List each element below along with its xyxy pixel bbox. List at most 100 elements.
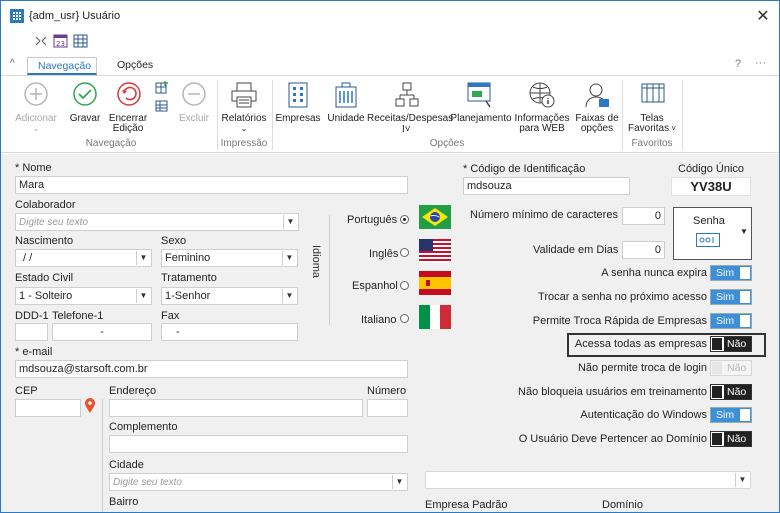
tab-navegacao[interactable]: Navegação bbox=[27, 57, 97, 75]
colaborador-select[interactable]: Digite seu texto ▼ bbox=[15, 213, 299, 231]
cep-label: CEP bbox=[15, 385, 38, 397]
planning-button[interactable]: Planejamento bbox=[450, 114, 512, 124]
chevron-up-icon[interactable]: ^ bbox=[10, 58, 15, 69]
sexo-select[interactable]: Feminino ▼ bbox=[161, 249, 298, 267]
idioma-label: Idioma bbox=[310, 245, 322, 279]
tratamento-label: Tratamento bbox=[161, 272, 217, 284]
end-edit-button[interactable]: Encerrar Edição bbox=[105, 114, 151, 134]
toggle-label-pertencer-dominio: O Usuário Deve Pertencer ao Domínio bbox=[518, 433, 707, 445]
grid-icon[interactable] bbox=[155, 99, 169, 113]
numero-input[interactable] bbox=[367, 399, 408, 417]
group-navegacao-label: Navegação bbox=[85, 138, 137, 149]
nascimento-date-input[interactable]: / / ▼ bbox=[15, 249, 152, 267]
hierarchy-icon bbox=[395, 82, 419, 107]
toggle-troca-rapida[interactable]: Sim bbox=[710, 313, 752, 329]
cidade-select[interactable]: Digite seu texto ▼ bbox=[109, 473, 408, 491]
toggle-acessa-todas[interactable]: Não bbox=[710, 336, 752, 352]
tab-opcoes[interactable]: Opções bbox=[107, 57, 163, 75]
toggle-bloqueia-treinamento[interactable]: Não bbox=[710, 384, 752, 400]
add-icon bbox=[24, 82, 48, 106]
toggle-troca-login[interactable]: Não bbox=[710, 360, 752, 376]
telefone-label: Telefone-1 bbox=[52, 310, 104, 322]
email-label: * e-mail bbox=[15, 346, 53, 358]
globe-info-icon bbox=[529, 82, 555, 108]
endereco-input[interactable] bbox=[109, 399, 363, 417]
estado-civil-label: Estado Civil bbox=[15, 272, 74, 284]
companies-button[interactable]: Empresas bbox=[275, 114, 321, 124]
check-icon bbox=[73, 82, 97, 106]
tratamento-select[interactable]: 1-Senhor ▼ bbox=[161, 287, 298, 305]
bairro-label: Bairro bbox=[109, 496, 139, 508]
nome-input[interactable]: Mara bbox=[15, 176, 408, 194]
radio-portugues[interactable] bbox=[400, 215, 409, 224]
svg-text:23: 23 bbox=[56, 40, 65, 48]
group-impressao-label: Impressão bbox=[220, 138, 268, 149]
email-input[interactable]: mdsouza@starsoft.com.br bbox=[15, 360, 408, 378]
codigo-unico-value: YV38U bbox=[671, 177, 751, 196]
user-window: {adm_usr} Usuário ✕ 23 ^ Navegação Opçõe… bbox=[0, 0, 780, 513]
help-icon[interactable]: ? bbox=[735, 58, 741, 70]
domain-select[interactable]: ▼ bbox=[425, 471, 751, 489]
idioma-option-italiano-label: Italiano bbox=[361, 314, 397, 326]
min-chars-input[interactable]: 0 bbox=[622, 207, 665, 225]
unit-button[interactable]: Unidade bbox=[325, 114, 367, 124]
toggle-autenticacao-windows[interactable]: Sim bbox=[710, 407, 752, 423]
telefone-input[interactable]: - bbox=[52, 323, 152, 341]
senha-label: Senha bbox=[693, 215, 725, 227]
toggle-label-autenticacao-windows: Autenticação do Windows bbox=[580, 409, 707, 421]
validade-input[interactable]: 0 bbox=[622, 241, 665, 259]
add-row-icon[interactable] bbox=[155, 81, 169, 95]
radio-italiano[interactable] bbox=[400, 314, 409, 323]
reports-button[interactable]: Relatórios ⌄ bbox=[219, 114, 269, 134]
toggle-label-bloqueia-treinamento: Não bloqueia usuários em treinamento bbox=[518, 386, 707, 398]
revenues-expenses-button[interactable]: Receitas/Despesas bbox=[367, 114, 453, 124]
chevron-down-icon: ▼ bbox=[740, 227, 748, 236]
more-icon[interactable]: ··· bbox=[755, 57, 766, 69]
toggle-pertencer-dominio[interactable]: Não bbox=[710, 431, 752, 447]
planning-icon bbox=[467, 82, 491, 108]
calendar-icon[interactable]: 23 bbox=[53, 34, 69, 48]
favorite-screens-icon bbox=[641, 83, 665, 103]
delete-button[interactable]: Excluir bbox=[173, 114, 215, 124]
idioma-option-espanhol-label: Espanhol bbox=[352, 280, 398, 292]
undo-icon bbox=[117, 82, 141, 106]
options-ribbon-button[interactable]: Faixas de opções bbox=[573, 114, 621, 134]
table-icon[interactable] bbox=[73, 34, 89, 48]
ddd-input[interactable] bbox=[15, 323, 48, 341]
chevron-down-icon: ▼ bbox=[392, 475, 406, 489]
ribbon-separator bbox=[622, 80, 623, 150]
app-grid-icon bbox=[10, 9, 24, 23]
group-favoritos-label: Favoritos bbox=[631, 138, 673, 149]
map-pin-icon[interactable] bbox=[85, 398, 95, 413]
brazil-flag-icon bbox=[419, 205, 451, 229]
fax-input[interactable]: - bbox=[161, 323, 298, 341]
radio-ingles[interactable] bbox=[400, 248, 409, 257]
dominio-label: Domínio bbox=[602, 499, 643, 511]
toggle-trocar-senha[interactable]: Sim bbox=[710, 289, 752, 305]
idioma-option-ingles-label: Inglês bbox=[369, 248, 399, 260]
chevron-down-icon: ▼ bbox=[136, 289, 150, 303]
idioma-option-portugues-label: Português bbox=[347, 214, 398, 226]
web-info-button[interactable]: Informações para WEB bbox=[513, 114, 571, 134]
ribbon-separator bbox=[272, 80, 273, 150]
complemento-input[interactable] bbox=[109, 435, 408, 453]
toggle-label-acessa-todas: Acessa todas as empresas bbox=[574, 338, 707, 350]
codigo-input[interactable]: mdsouza bbox=[463, 177, 630, 195]
cep-input[interactable] bbox=[15, 399, 81, 417]
favorite-screens-button[interactable]: Telas Favoritas ˅ bbox=[625, 114, 679, 134]
senha-button[interactable]: Senha ▼ bbox=[673, 207, 752, 260]
sexo-label: Sexo bbox=[161, 235, 187, 247]
dropdown-marker: I˅ bbox=[402, 124, 411, 135]
chevron-down-icon: ▼ bbox=[136, 251, 150, 265]
toggle-senha-nunca-expira[interactable]: Sim bbox=[710, 265, 752, 281]
idioma-divider bbox=[329, 215, 330, 325]
radio-espanhol[interactable] bbox=[400, 281, 409, 290]
nascimento-label: Nascimento bbox=[15, 235, 74, 247]
add-button[interactable]: Adicionar ⌄ bbox=[9, 114, 63, 134]
estado-civil-select[interactable]: 1 - Solteiro ▼ bbox=[15, 287, 152, 305]
ddd-label: DDD-1 bbox=[15, 310, 49, 322]
title-bar: {adm_usr} Usuário ✕ bbox=[1, 1, 779, 31]
save-button[interactable]: Gravar bbox=[63, 114, 107, 124]
collapse-icon[interactable] bbox=[33, 34, 49, 48]
close-icon[interactable]: ✕ bbox=[753, 6, 773, 26]
